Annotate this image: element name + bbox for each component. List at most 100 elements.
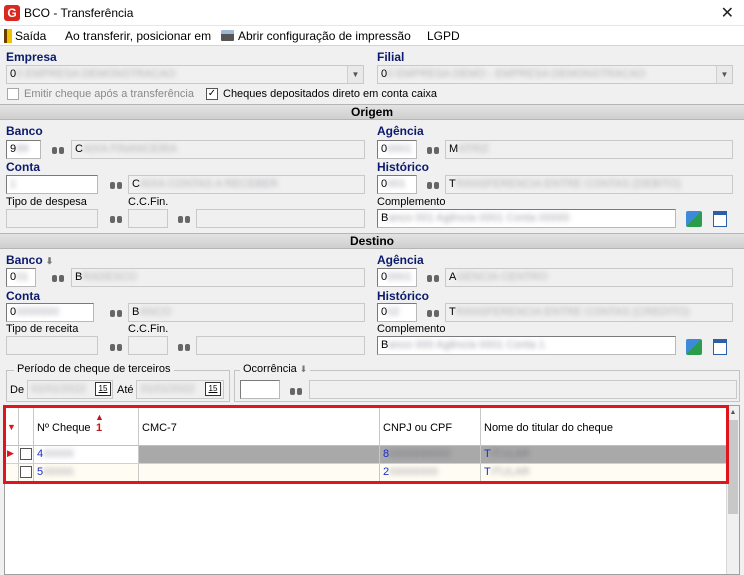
arrow-down-icon: ⬇ bbox=[45, 256, 54, 266]
grid-indicator-header: ▼ bbox=[5, 406, 19, 446]
ate-label: Até bbox=[117, 384, 134, 396]
destino-ccfin-description bbox=[196, 336, 365, 355]
col-nome-titular[interactable]: Nome do titular do cheque bbox=[481, 406, 727, 446]
cell-cnpj-cpf: 80000000000 bbox=[380, 446, 481, 463]
cheques-grid[interactable]: ▼ Nº Cheque 1 ▲ CMC-7 CNPJ ou CPF Nome d… bbox=[4, 405, 740, 575]
col-nro-cheque[interactable]: Nº Cheque 1 ▲ bbox=[34, 406, 139, 446]
destino-historico-search-icon[interactable] bbox=[427, 307, 439, 317]
origem-tipo-despesa-label: Tipo de despesa bbox=[6, 196, 87, 208]
grid-vertical-scrollbar[interactable]: ▲ bbox=[726, 406, 739, 574]
grid-check-header bbox=[19, 406, 34, 446]
origem-conta-search-icon[interactable] bbox=[110, 179, 122, 189]
origem-historico-input[interactable]: 0001 bbox=[377, 175, 417, 194]
origem-tipo-despesa-search-icon[interactable] bbox=[110, 213, 122, 223]
origem-banco-input[interactable]: 999 bbox=[6, 140, 41, 159]
origem-historico-label: Histórico bbox=[377, 160, 430, 174]
origem-ccfin-label: C.C.Fin. bbox=[128, 196, 169, 208]
chevron-down-icon[interactable]: ▼ bbox=[716, 66, 732, 83]
triangle-down-icon: ▼ bbox=[7, 422, 16, 432]
printer-icon bbox=[221, 30, 234, 41]
form-view-icon[interactable] bbox=[713, 339, 727, 355]
origem-section-header: Origem bbox=[0, 104, 744, 120]
arrow-down-icon: ⬇ bbox=[299, 364, 308, 374]
print-config-menu[interactable]: Abrir configuração de impressão bbox=[221, 29, 411, 43]
origem-agencia-search-icon[interactable] bbox=[427, 144, 439, 154]
origem-complemento-input[interactable]: Banco 001 Agência 0001 Conta 00000 bbox=[377, 209, 676, 228]
origem-agencia-label: Agência bbox=[377, 124, 424, 138]
menu-bar: Saída Ao transferir, posicionar em Abrir… bbox=[0, 26, 744, 46]
origem-historico-search-icon[interactable] bbox=[427, 179, 439, 189]
cell-nro-cheque: 400000 bbox=[34, 446, 139, 463]
destino-historico-label: Histórico bbox=[377, 289, 430, 303]
destino-banco-description: BRADESCO bbox=[71, 268, 365, 287]
destino-complemento-label: Complemento bbox=[377, 323, 446, 335]
origem-ccfin-search-icon[interactable] bbox=[178, 213, 190, 223]
sort-order-marker: 1 bbox=[96, 422, 103, 434]
scroll-up-arrow-icon[interactable]: ▲ bbox=[727, 406, 739, 419]
calendar-icon[interactable]: 15 bbox=[95, 382, 111, 396]
row-select-checkbox[interactable] bbox=[20, 466, 32, 478]
cell-nro-cheque: 500000 bbox=[34, 464, 139, 481]
destino-ccfin-label: C.C.Fin. bbox=[128, 323, 169, 335]
scrollbar-thumb[interactable] bbox=[728, 420, 738, 514]
table-row[interactable]: 500000 200000000 TITULAR bbox=[5, 464, 727, 482]
destino-ccfin-input[interactable] bbox=[128, 336, 168, 355]
de-label: De bbox=[10, 384, 25, 396]
destino-agencia-label: Agência bbox=[377, 253, 424, 267]
origem-conta-label: Conta bbox=[6, 160, 40, 174]
destino-historico-description: TRANSFERENCIA ENTRE CONTAS (CREDITO) bbox=[445, 303, 733, 322]
origem-banco-search-icon[interactable] bbox=[52, 144, 64, 154]
sort-up-arrow-icon: ▲ bbox=[95, 412, 104, 422]
exit-door-icon bbox=[4, 29, 12, 43]
emit-cheque-label: Emitir cheque após a transferência bbox=[24, 88, 194, 100]
origem-ccfin-input[interactable] bbox=[128, 209, 168, 228]
transfer-users-icon[interactable] bbox=[686, 211, 702, 227]
col-cmc7[interactable]: CMC-7 bbox=[139, 406, 380, 446]
ocorrencia-search-icon[interactable] bbox=[290, 385, 302, 395]
origem-tipo-despesa-input[interactable] bbox=[6, 209, 98, 228]
destino-conta-label: Conta bbox=[6, 289, 40, 303]
destino-tipo-receita-search-icon[interactable] bbox=[110, 341, 122, 351]
destino-banco-search-icon[interactable] bbox=[52, 272, 64, 282]
destino-tipo-receita-input[interactable] bbox=[6, 336, 98, 355]
destino-agencia-search-icon[interactable] bbox=[427, 272, 439, 282]
ocorrencia-group-title: Ocorrência ⬇ bbox=[240, 363, 311, 375]
cell-cmc7 bbox=[139, 446, 380, 463]
transfer-users-icon[interactable] bbox=[686, 339, 702, 355]
cell-nome-titular: TITULAR bbox=[484, 466, 530, 478]
form-view-icon[interactable] bbox=[713, 211, 727, 227]
origem-conta-description: CAIXA CONTAS A RECEBER bbox=[128, 175, 365, 194]
cheques-depositados-checkbox[interactable]: ✓ bbox=[206, 88, 218, 100]
cell-cnpj-cpf: 200000000 bbox=[380, 464, 481, 481]
exit-menu[interactable]: Saída bbox=[4, 29, 46, 43]
origem-complemento-label: Complemento bbox=[377, 196, 446, 208]
chevron-down-icon[interactable]: ▼ bbox=[347, 66, 363, 83]
origem-conta-input[interactable]: 1 bbox=[6, 175, 98, 194]
ocorrencia-description bbox=[309, 380, 737, 399]
empresa-select[interactable]: 00 EMPRESA DEMONSTRACAO ▼ bbox=[6, 65, 364, 84]
ocorrencia-input[interactable] bbox=[240, 380, 280, 399]
filial-select[interactable]: 00 EMPRESA DEMO - EMPRESA DEMONSTRACAO ▼ bbox=[377, 65, 733, 84]
current-row-pointer-icon: ▶ bbox=[5, 446, 19, 463]
destino-agencia-input[interactable]: 00001 bbox=[377, 268, 417, 287]
periodo-group-title: Período de cheque de terceiros bbox=[14, 363, 174, 375]
destino-historico-input[interactable]: 002 bbox=[377, 303, 417, 322]
app-logo-icon: G bbox=[4, 5, 20, 21]
origem-ccfin-description bbox=[196, 209, 365, 228]
origem-historico-description: TRANSFERENCIA ENTRE CONTAS (DEBITO) bbox=[445, 175, 733, 194]
calendar-icon[interactable]: 15 bbox=[205, 382, 221, 396]
destino-conta-input[interactable]: 00000000 bbox=[6, 303, 94, 322]
emit-cheque-checkbox[interactable] bbox=[7, 88, 19, 100]
origem-agencia-input[interactable]: 00001 bbox=[377, 140, 417, 159]
table-row[interactable]: ▶ 400000 80000000000 TITULAR bbox=[5, 446, 727, 464]
col-cnpj-cpf[interactable]: CNPJ ou CPF bbox=[380, 406, 481, 446]
destino-ccfin-search-icon[interactable] bbox=[178, 341, 190, 351]
destino-banco-input[interactable]: 001 bbox=[6, 268, 36, 287]
destino-complemento-input[interactable]: Banco 000 Agência 0001 Conta 1 bbox=[377, 336, 676, 355]
close-icon[interactable]: ✕ bbox=[721, 3, 734, 23]
row-select-checkbox[interactable] bbox=[20, 448, 32, 460]
on-transfer-menu[interactable]: Ao transferir, posicionar em bbox=[65, 29, 211, 43]
cheques-depositados-label: Cheques depositados direto em conta caix… bbox=[223, 88, 438, 100]
lgpd-menu[interactable]: LGPD bbox=[427, 29, 460, 43]
destino-conta-search-icon[interactable] bbox=[110, 307, 122, 317]
